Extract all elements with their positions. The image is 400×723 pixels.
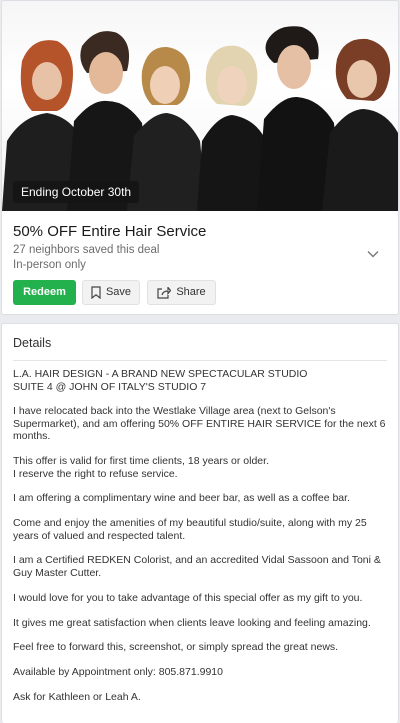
deal-hero-image[interactable]: Ending October 30th [2, 1, 398, 211]
deal-card: Ending October 30th 50% OFF Entire Hair … [1, 0, 399, 315]
salon-models-illustration [2, 26, 398, 211]
redeem-button-label: Redeem [23, 286, 66, 298]
details-body: L.A. HAIR DESIGN - A BRAND NEW SPECTACUL… [13, 368, 386, 716]
save-button[interactable]: Save [82, 280, 140, 305]
save-button-label: Save [105, 286, 132, 298]
details-card: Details L.A. HAIR DESIGN - A BRAND NEW S… [1, 323, 399, 723]
share-button[interactable]: Share [147, 280, 216, 305]
details-paragraph: I am a Certified REDKEN Colorist, and an… [13, 554, 381, 579]
details-paragraph: Feel free to forward this, screenshot, o… [13, 641, 339, 654]
details-phone[interactable]: Available by Appointment only: 805.871.9… [13, 666, 386, 679]
details-heading: Details [13, 336, 52, 350]
chevron-down-icon[interactable] [366, 247, 380, 261]
deal-actions: Redeem Save Share [13, 280, 216, 305]
details-paragraph: L.A. HAIR DESIGN - A BRAND NEW SPECTACUL… [13, 368, 308, 393]
details-paragraph: Come and enjoy the amenities of my beaut… [13, 517, 367, 542]
details-paragraph: I have relocated back into the Westlake … [13, 405, 386, 443]
details-paragraph: I would love for you to take advantage o… [13, 591, 363, 604]
share-icon [157, 286, 172, 299]
deal-mode: In-person only [13, 259, 86, 271]
details-paragraph: It gives me great satisfaction when clie… [13, 616, 371, 629]
details-paragraph: I am offering a complimentary wine and b… [13, 492, 350, 505]
deal-title: 50% OFF Entire Hair Service [13, 223, 207, 240]
deal-ending-badge: Ending October 30th [13, 181, 140, 203]
bookmark-icon [91, 286, 101, 299]
details-paragraph: This offer is valid for first time clien… [13, 455, 269, 480]
details-divider [13, 360, 387, 361]
details-paragraph: Ask for Kathleen or Leah A. [13, 690, 141, 703]
deal-info: 50% OFF Entire Hair Service 27 neighbors… [13, 223, 387, 273]
redeem-button[interactable]: Redeem [13, 280, 76, 305]
share-button-label: Share [176, 286, 206, 298]
deal-saved-count: 27 neighbors saved this deal [13, 244, 160, 256]
